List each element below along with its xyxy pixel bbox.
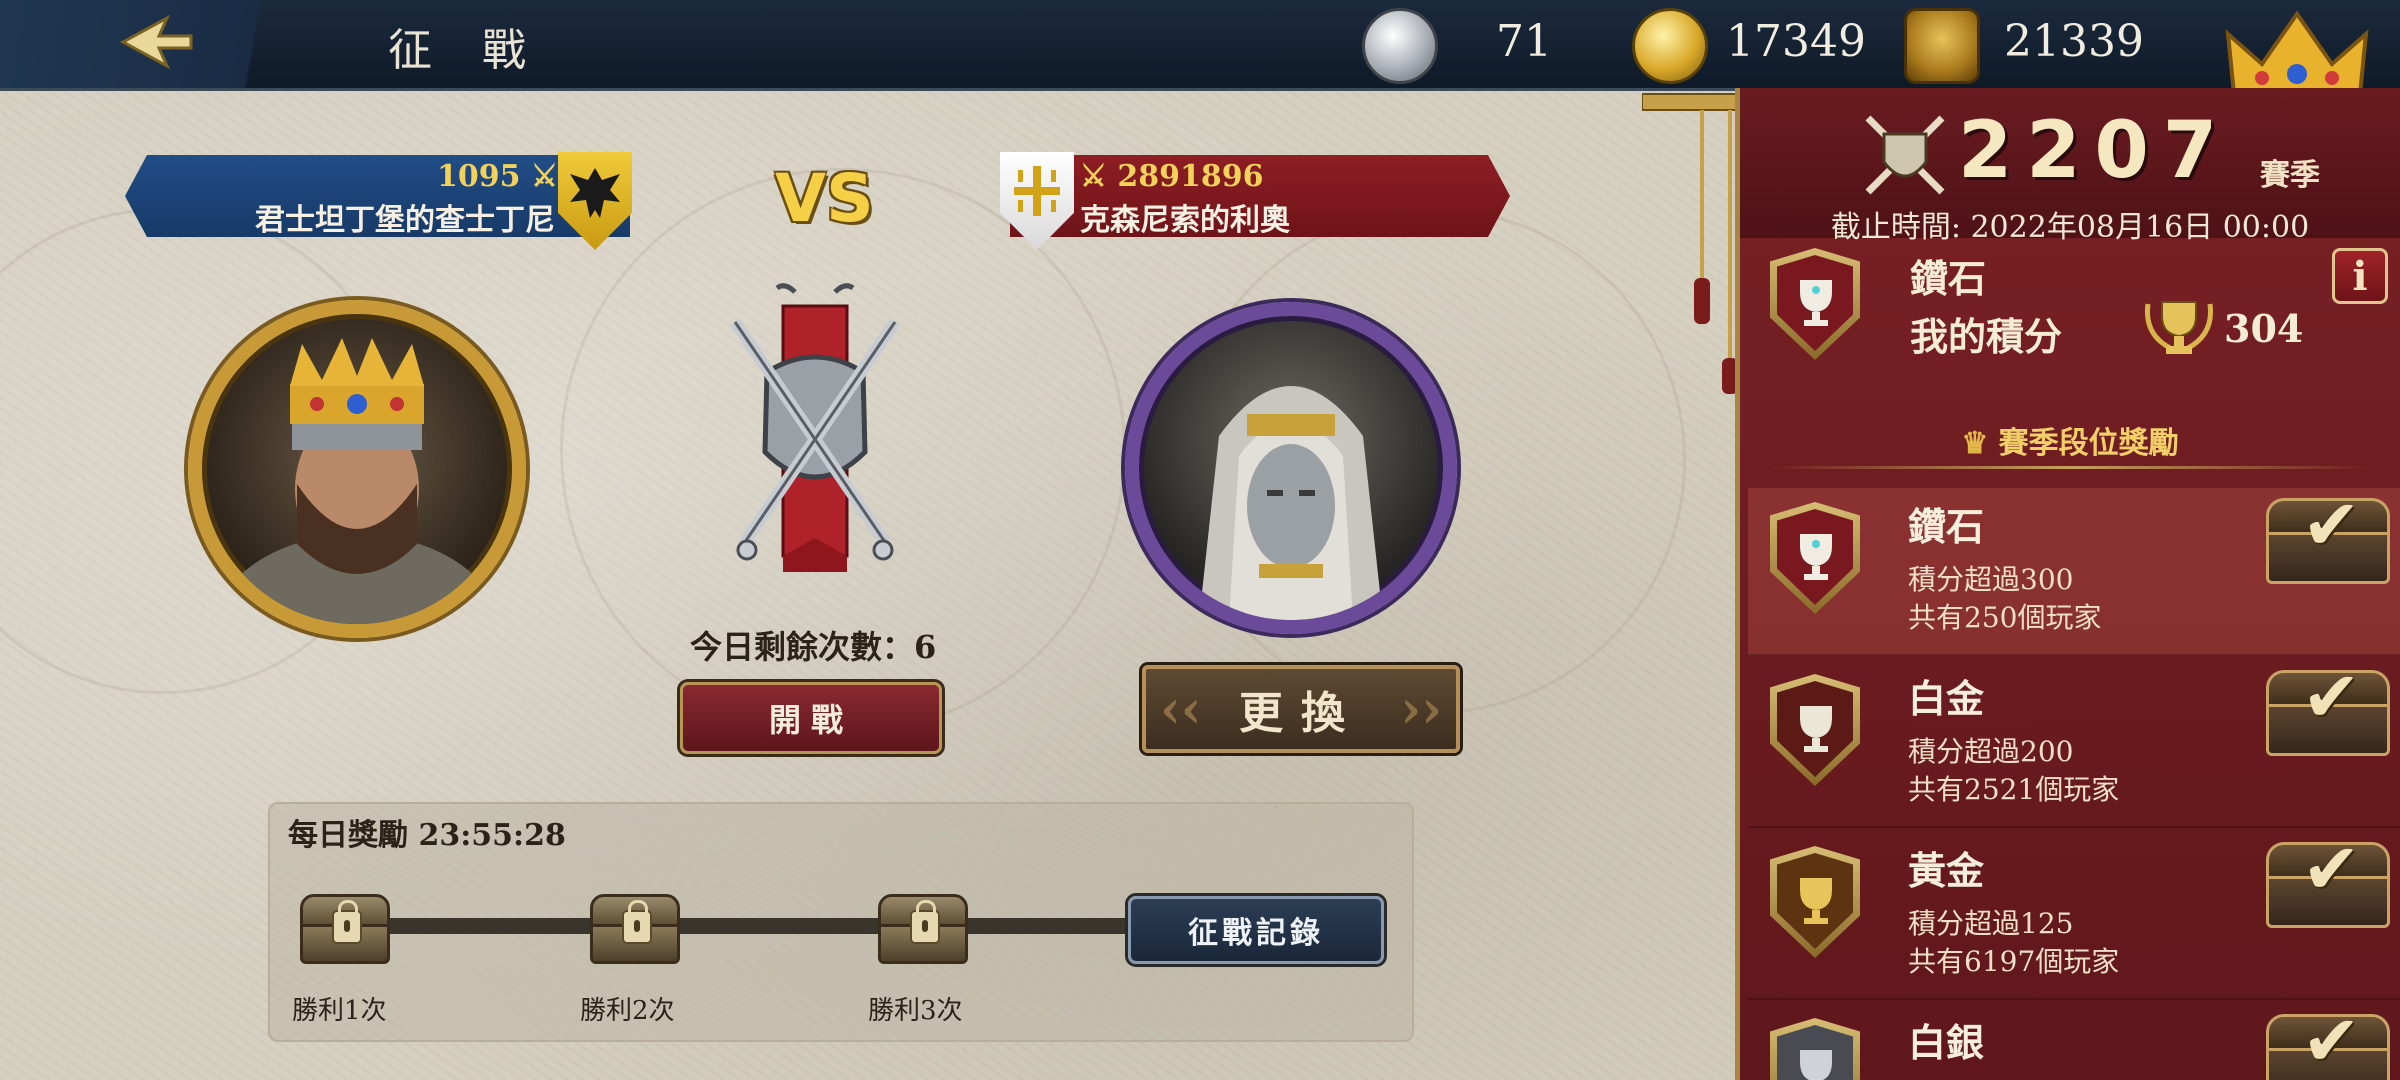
player-power-value: 1095: [437, 159, 521, 194]
silver-tier-badge: [1770, 1018, 1860, 1080]
tier-row-silver[interactable]: 白銀 ✔: [1748, 1004, 2400, 1080]
my-score-value: 304: [2224, 306, 2304, 351]
trophy-icon: [1800, 280, 1832, 326]
tier-name: 白金: [1908, 676, 1985, 721]
change-opponent-label: 更換: [1239, 688, 1363, 739]
battle-emblem-icon: [730, 283, 900, 572]
my-tier-name: 鑽石: [1910, 256, 1987, 301]
tier-row-diamond[interactable]: 鑽石 積分超過300 共有250個玩家 ✔: [1748, 484, 2400, 656]
daily-reward-panel: 每日獎勵 23:55:28 勝利1次 勝利2次 勝利3次 征戰記錄: [268, 802, 1414, 1042]
opponent-portrait[interactable]: [1125, 302, 1457, 634]
season-header: 2207 賽季 截止時間: 2022年08月16日 00:00: [1740, 88, 2400, 245]
check-icon: ✔: [2302, 828, 2361, 910]
gold-coin-icon: [1632, 8, 1708, 84]
opponent-name: 克森尼索的利奧: [1080, 203, 1290, 238]
lock-icon: [622, 900, 652, 944]
masked-king-avatar: [1199, 386, 1383, 620]
versus-label: VS: [775, 160, 874, 237]
claimed-reward-chest[interactable]: ✔: [2266, 1004, 2390, 1080]
player-portrait[interactable]: [188, 300, 526, 638]
trophy-icon: [1800, 1050, 1832, 1080]
reward-progress-track: [350, 918, 1230, 934]
my-tier-badge: [1770, 248, 1860, 360]
page-title: 征 戰: [388, 25, 544, 76]
tier-player-count: 共有6197個玩家: [1908, 945, 2120, 978]
opponent-banner: ⚔ 2891896 克森尼索的利奧: [1010, 155, 1510, 237]
lock-icon: [332, 900, 362, 944]
opponent-power: ⚔ 2891896: [1080, 159, 1263, 194]
locked-chest-2[interactable]: [590, 894, 680, 964]
season-rewards-label: 賽季段位獎勵: [1998, 426, 2179, 461]
claimed-reward-chest[interactable]: ✔: [2266, 484, 2390, 588]
change-opponent-button[interactable]: ‹‹ 更換 ››: [1142, 665, 1460, 753]
crossed-swords-shield-icon: [1865, 115, 1945, 195]
king-avatar: [209, 338, 505, 624]
diamond-tier-badge: [1770, 502, 1860, 614]
season-deadline: 截止時間: 2022年08月16日 00:00: [1830, 210, 2310, 245]
tier-name: 黃金: [1908, 848, 1985, 893]
tier-name: 鑽石: [1908, 504, 1985, 549]
daily-reward-timer: 每日獎勵 23:55:28: [288, 818, 566, 853]
season-label: 賽季: [2260, 158, 2320, 193]
silver-resource: 71: [1360, 0, 1610, 88]
section-divider: [1770, 466, 2370, 469]
info-button[interactable]: i: [2332, 248, 2388, 304]
crown-count: 21339: [2004, 16, 2144, 67]
silver-count: 71: [1496, 16, 1552, 67]
crossed-swords-icon: ⚔: [520, 159, 558, 194]
chevron-left-icon: ‹‹: [1160, 679, 1202, 740]
player-banner: 1095 ⚔ 君士坦丁堡的查士丁尼: [125, 155, 630, 237]
gold-count: 17349: [1726, 16, 1866, 67]
tier-requirement: 積分超過200: [1908, 735, 2074, 768]
remaining-attempts: 今日剩餘次數：6: [690, 628, 937, 666]
check-icon: ✔: [2302, 656, 2361, 738]
player-name: 君士坦丁堡的查士丁尼: [255, 203, 555, 238]
silver-coin-icon: [1362, 8, 1438, 84]
tassel-decoration: [1642, 93, 1742, 394]
tier-player-count: 共有2521個玩家: [1908, 773, 2120, 806]
tier-row-gold[interactable]: 黃金 積分超過125 共有6197個玩家 ✔: [1748, 828, 2400, 1000]
season-panel: 2207 賽季 截止時間: 2022年08月16日 00:00 鑽石 我的積分 …: [1735, 88, 2400, 1080]
check-icon: ✔: [2302, 484, 2361, 566]
trophy-icon: [1800, 878, 1832, 924]
tier-name: 白銀: [1908, 1020, 1985, 1065]
score-trophy-icon: [2144, 301, 2214, 354]
crown-icon: ♛: [1961, 426, 1999, 461]
start-battle-button[interactable]: 開戰: [680, 682, 942, 754]
season-points: 2207: [1958, 106, 2232, 196]
platinum-tier-badge: [1770, 674, 1860, 786]
opponent-power-value: 2891896: [1117, 159, 1264, 194]
lock-icon: [910, 900, 940, 944]
tier-requirement: 積分超過125: [1908, 907, 2074, 940]
my-score-label: 我的積分: [1910, 314, 2063, 359]
locked-chest-3[interactable]: [878, 894, 968, 964]
claimed-reward-chest[interactable]: ✔: [2266, 828, 2390, 932]
back-arrow-icon: [119, 14, 193, 70]
trophy-icon: [1800, 706, 1832, 752]
top-bar: 征 戰 71 17349 21339: [0, 0, 2400, 110]
claimed-reward-chest[interactable]: ✔: [2266, 656, 2390, 760]
tier-row-platinum[interactable]: 白金 積分超過200 共有2521個玩家 ✔: [1748, 656, 2400, 828]
chevron-right-icon: ››: [1400, 679, 1442, 740]
tier-requirement: 積分超過300: [1908, 563, 2074, 596]
check-icon: ✔: [2302, 1004, 2361, 1080]
back-button[interactable]: [0, 0, 330, 88]
milestone-label: 勝利3次: [868, 996, 963, 1026]
milestone-label: 勝利1次: [292, 996, 387, 1026]
tier-player-count: 共有250個玩家: [1908, 601, 2102, 634]
gold-tier-badge: [1770, 846, 1860, 958]
milestone-label: 勝利2次: [580, 996, 675, 1026]
trophy-icon: [1800, 534, 1832, 580]
crown-resource: 21339: [1900, 0, 2144, 88]
battle-record-button[interactable]: 征戰記錄: [1128, 896, 1384, 964]
crossed-swords-icon: ⚔: [1080, 159, 1118, 194]
crown-badge-icon: [1904, 8, 1980, 84]
player-power: 1095 ⚔: [437, 159, 558, 194]
locked-chest-1[interactable]: [300, 894, 390, 964]
gold-resource: 17349: [1630, 0, 1870, 88]
season-rewards-title: ♛ 賽季段位獎勵: [1740, 418, 2400, 462]
